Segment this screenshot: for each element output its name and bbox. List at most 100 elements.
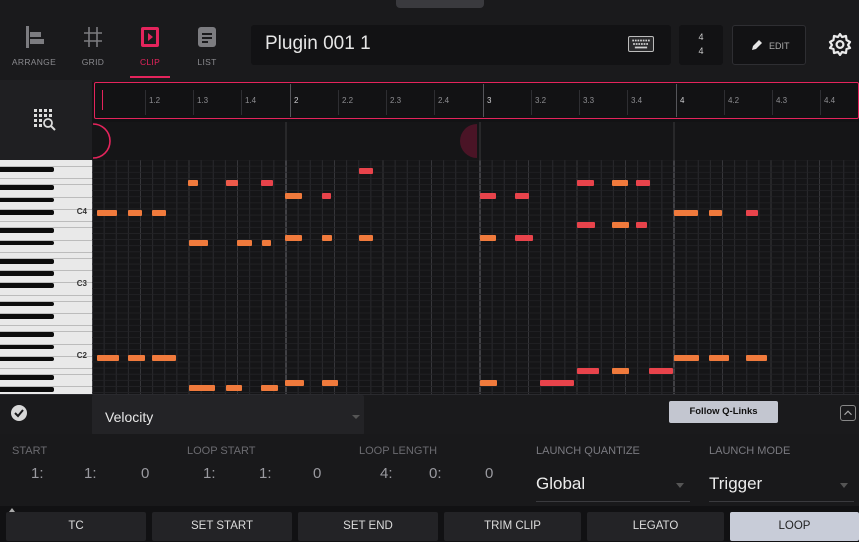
- midi-note[interactable]: [480, 380, 497, 386]
- check-icon[interactable]: [10, 404, 28, 422]
- tc-button[interactable]: TC: [6, 512, 146, 541]
- start-beat[interactable]: 1:: [84, 465, 97, 482]
- mode-tab-arrange[interactable]: ARRANGE: [6, 24, 62, 78]
- midi-note[interactable]: [540, 380, 574, 386]
- lane-select[interactable]: Velocity: [92, 395, 364, 435]
- piano-black-key[interactable]: [0, 209, 54, 215]
- piano-black-key[interactable]: [0, 387, 54, 393]
- set-end-button[interactable]: SET END: [298, 512, 438, 541]
- midi-note[interactable]: [262, 240, 271, 246]
- time-signature[interactable]: 4 4: [679, 25, 723, 65]
- piano-black-key[interactable]: [0, 197, 54, 203]
- midi-note[interactable]: [189, 385, 215, 391]
- piano-black-key[interactable]: [0, 228, 54, 233]
- loop-start-tick[interactable]: 0: [313, 465, 321, 482]
- midi-note[interactable]: [577, 222, 595, 228]
- piano-black-key[interactable]: [0, 332, 54, 337]
- midi-note[interactable]: [515, 235, 533, 241]
- keyboard-icon[interactable]: [628, 36, 654, 52]
- piano-black-key[interactable]: [0, 283, 54, 288]
- start-tick[interactable]: 0: [141, 465, 149, 482]
- start-bar[interactable]: 1:: [31, 465, 44, 482]
- piano-black-key[interactable]: [0, 240, 54, 246]
- midi-note[interactable]: [746, 355, 767, 361]
- midi-note[interactable]: [674, 355, 699, 361]
- midi-note[interactable]: [322, 235, 332, 241]
- loop-start-beat[interactable]: 1:: [259, 465, 272, 482]
- piano-black-key[interactable]: [0, 167, 54, 172]
- piano-black-key[interactable]: [0, 356, 54, 362]
- mode-tab-list[interactable]: LIST: [179, 24, 235, 78]
- piano-black-key[interactable]: [0, 258, 54, 264]
- midi-note[interactable]: [577, 180, 594, 186]
- midi-note[interactable]: [480, 235, 496, 241]
- midi-note[interactable]: [152, 355, 176, 361]
- midi-note[interactable]: [128, 355, 145, 361]
- midi-note[interactable]: [636, 222, 647, 228]
- midi-note[interactable]: [649, 368, 673, 374]
- launch-quantize-select[interactable]: LAUNCH QUANTIZE Global: [536, 441, 690, 502]
- midi-note[interactable]: [97, 355, 119, 361]
- midi-note[interactable]: [226, 385, 242, 391]
- legato-button[interactable]: LEGATO: [587, 512, 724, 541]
- midi-note[interactable]: [709, 355, 729, 361]
- midi-note[interactable]: [285, 193, 302, 199]
- midi-note[interactable]: [577, 368, 599, 374]
- midi-note[interactable]: [188, 180, 198, 186]
- piano-black-key[interactable]: [0, 375, 54, 380]
- piano-black-key[interactable]: [0, 271, 54, 276]
- launch-quantize-value: Global: [536, 474, 586, 493]
- midi-note[interactable]: [237, 240, 252, 246]
- midi-note[interactable]: [636, 180, 650, 186]
- loop-start-bar[interactable]: 1:: [203, 465, 216, 482]
- piano-keyboard[interactable]: C4 C3 C2: [0, 160, 92, 394]
- launch-mode-select[interactable]: LAUNCH MODE Trigger: [709, 441, 854, 502]
- midi-note[interactable]: [746, 210, 758, 216]
- edit-label: EDIT: [769, 41, 790, 51]
- loop-strip: [92, 122, 859, 160]
- midi-note[interactable]: [261, 385, 278, 391]
- piano-black-key[interactable]: [0, 314, 54, 319]
- midi-note[interactable]: [226, 180, 238, 186]
- chevron-up-icon[interactable]: [840, 405, 856, 421]
- midi-note[interactable]: [612, 222, 629, 228]
- midi-note[interactable]: [189, 240, 208, 246]
- piano-black-key[interactable]: [0, 185, 54, 191]
- gear-icon[interactable]: [828, 32, 852, 56]
- piano-roll-grid[interactable]: [92, 160, 859, 394]
- mode-tab-grid[interactable]: GRID: [65, 24, 121, 78]
- midi-note[interactable]: [359, 168, 373, 174]
- midi-note[interactable]: [612, 180, 628, 186]
- midi-note[interactable]: [612, 368, 629, 374]
- midi-note[interactable]: [515, 193, 529, 199]
- midi-note[interactable]: [261, 180, 273, 186]
- midi-note[interactable]: [152, 210, 166, 216]
- grid-zoom-icon[interactable]: [32, 107, 58, 133]
- follow-qlinks-button[interactable]: Follow Q-Links: [669, 401, 778, 423]
- loop-length-beat[interactable]: 0:: [429, 465, 442, 482]
- piano-black-key[interactable]: [0, 344, 54, 350]
- set-start-button[interactable]: SET START: [152, 512, 292, 541]
- loop-button[interactable]: LOOP: [730, 512, 859, 541]
- loop-length-tick[interactable]: 0: [485, 465, 493, 482]
- midi-note[interactable]: [97, 210, 117, 216]
- loop-length-bar[interactable]: 4:: [380, 465, 393, 482]
- midi-note[interactable]: [359, 235, 373, 241]
- track-name-field[interactable]: Plugin 001 1: [251, 25, 671, 65]
- midi-note[interactable]: [128, 210, 142, 216]
- edit-button[interactable]: EDIT: [732, 25, 806, 65]
- midi-note[interactable]: [285, 380, 304, 386]
- loop-start-handle[interactable]: [92, 123, 111, 159]
- midi-note[interactable]: [709, 210, 722, 216]
- trim-clip-button[interactable]: TRIM CLIP: [444, 512, 581, 541]
- piano-black-key[interactable]: [0, 301, 54, 307]
- mode-tab-clip[interactable]: CLIP: [122, 24, 178, 78]
- playhead-handle[interactable]: [460, 124, 477, 158]
- midi-note[interactable]: [322, 380, 338, 386]
- drag-handle[interactable]: [396, 0, 484, 8]
- midi-note[interactable]: [285, 235, 302, 241]
- midi-note[interactable]: [480, 193, 496, 199]
- loop-region-marker[interactable]: [94, 82, 859, 119]
- midi-note[interactable]: [322, 193, 331, 199]
- midi-note[interactable]: [674, 210, 698, 216]
